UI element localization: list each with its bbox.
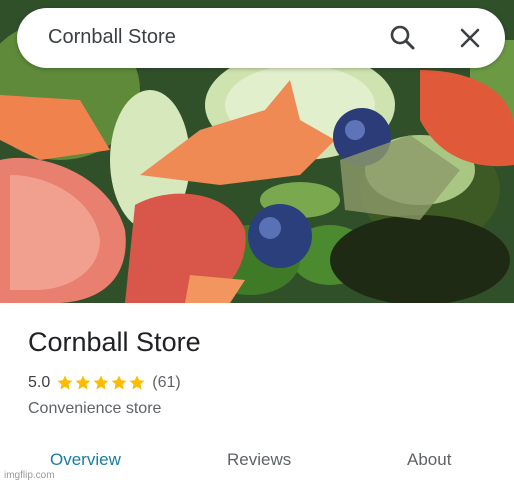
- star-icon: [129, 375, 145, 390]
- rating-row[interactable]: 5.0 (61): [28, 373, 181, 393]
- place-title: Cornball Store: [28, 327, 201, 357]
- close-icon[interactable]: [454, 22, 486, 54]
- place-details: Cornball Store 5.0 (61) Convenience stor…: [0, 303, 514, 485]
- tab-about[interactable]: About: [407, 450, 451, 470]
- star-icon: [93, 375, 109, 390]
- review-count[interactable]: (61): [152, 374, 180, 392]
- star-icon: [57, 375, 73, 390]
- search-bar[interactable]: Cornball Store: [17, 8, 505, 68]
- watermark-text: imgflip.com: [4, 470, 55, 481]
- search-input[interactable]: Cornball Store: [48, 26, 176, 49]
- star-icon: [111, 375, 127, 390]
- tab-reviews[interactable]: Reviews: [227, 450, 291, 470]
- tab-overview[interactable]: Overview: [50, 450, 121, 470]
- star-icon: [75, 375, 91, 390]
- rating-value: 5.0: [28, 374, 51, 391]
- star-rating: [56, 374, 146, 392]
- tab-bar: Overview Reviews About: [0, 450, 514, 480]
- search-icon[interactable]: [387, 22, 419, 54]
- place-category: Convenience store: [28, 400, 162, 417]
